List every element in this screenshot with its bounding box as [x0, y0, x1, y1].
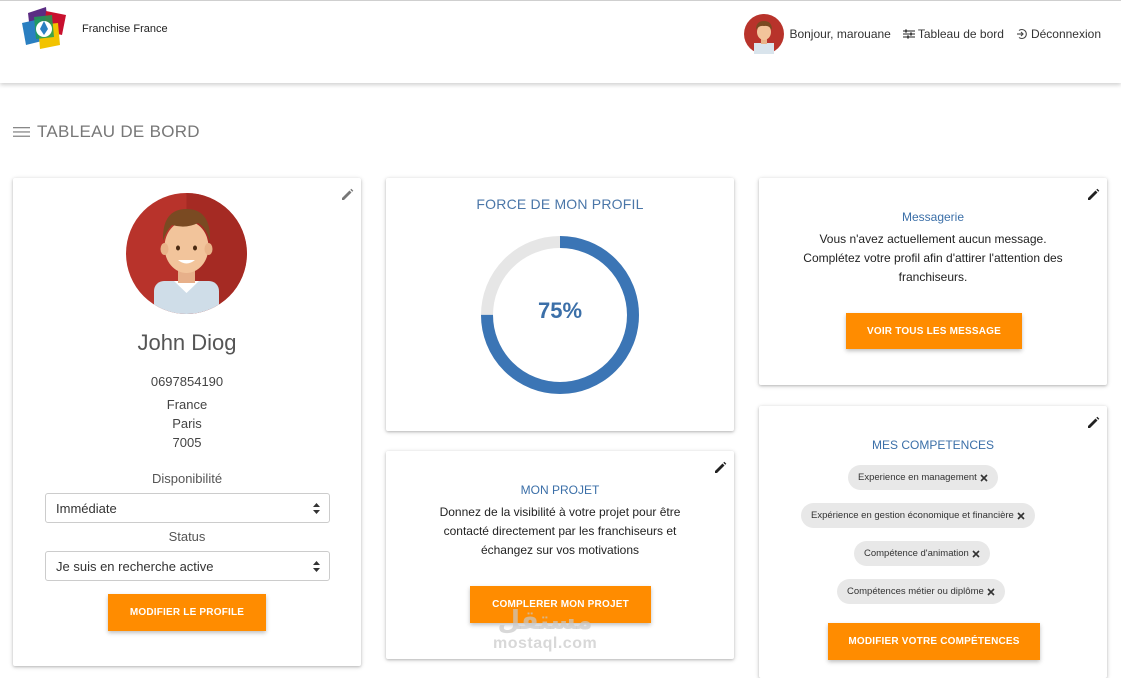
profile-postal-code: 7005 [172, 435, 202, 450]
status-select[interactable]: Je suis en recherche active [45, 551, 330, 581]
view-all-messages-button[interactable]: VOIR TOUS LES MESSAGE [846, 313, 1022, 349]
profile-phone: 0697854190 [150, 374, 224, 389]
profile-city: Paris [172, 416, 202, 431]
brand-name: Franchise France [82, 23, 168, 35]
dashboard-link-label: Tableau de bord [917, 27, 1004, 41]
watermark: مستقل mostaql.com [493, 605, 597, 653]
skill-chip-label: Compétences métier ou diplôme [847, 586, 984, 597]
greeting: Bonjour, marouane [789, 27, 890, 41]
profile-card: John Diog 0697854190 France Paris 7005 D… [13, 178, 361, 666]
modify-profile-button[interactable]: MODIFIER LE PROFILE [108, 594, 266, 631]
profile-avatar [126, 193, 247, 314]
project-description: Donnez de la visibilité à votre projet p… [386, 503, 734, 560]
status-select-value: Je suis en recherche active [56, 558, 214, 574]
project-text-line: contacté directement par les franchiseur… [443, 524, 677, 538]
greeting-text: Bonjour, marouane [789, 27, 891, 41]
project-text-line: Donnez de la visibilité à votre projet p… [439, 505, 681, 519]
profile-name: John Diog [137, 330, 237, 355]
status-label: Status [168, 529, 206, 544]
page-title: TABLEAU DE BORD [13, 122, 200, 142]
project-title: MON PROJET [520, 483, 600, 497]
skill-chip[interactable]: Compétence d'animation [854, 541, 990, 566]
sliders-icon [902, 29, 915, 39]
profile-strength-card: FORCE DE MON PROFIL 75% [386, 178, 734, 431]
remove-icon[interactable] [1017, 511, 1025, 520]
page-title-text: TABLEAU DE BORD [37, 122, 200, 141]
menu-icon[interactable] [13, 127, 30, 137]
profile-country: France [166, 397, 208, 412]
remove-icon[interactable] [980, 473, 988, 482]
skill-chip[interactable]: Compétences métier ou diplôme [837, 579, 1005, 604]
logout-link-label: Déconnexion [1030, 27, 1101, 41]
messages-description: Vous n'avez actuellement aucun message. … [759, 230, 1107, 287]
logout-icon [1016, 28, 1027, 40]
project-text-line: échangez sur vos motivations [480, 543, 640, 557]
dashboard-link[interactable]: Tableau de bord [902, 27, 1004, 41]
logout-link[interactable]: Déconnexion [1016, 27, 1101, 41]
watermark-arabic: مستقل [497, 605, 593, 635]
messages-text-line: Complétez votre profil afin d'attirer l'… [803, 251, 1063, 265]
skill-chip-label: Expérience en gestion économique et fina… [811, 510, 1014, 521]
profile-strength-title: FORCE DE MON PROFIL [476, 196, 644, 212]
edit-pencil-icon[interactable] [340, 188, 354, 202]
skill-chip[interactable]: Expérience en gestion économique et fina… [801, 503, 1035, 528]
skill-chip-label: Experience en management [858, 472, 977, 483]
select-arrows-icon [313, 503, 320, 514]
modify-skills-button[interactable]: MODIFIER VOTRE COMPÉTENCES [828, 623, 1040, 660]
skill-chip-label: Compétence d'animation [864, 548, 969, 559]
skills-title: MES COMPETENCES [871, 438, 994, 452]
edit-pencil-icon[interactable] [1086, 188, 1100, 202]
availability-select-value: Immédiate [56, 500, 117, 516]
user-nav: Bonjour, marouane Tableau de bord Déconn… [744, 13, 1101, 55]
messages-title: Messagerie [901, 210, 965, 224]
user-avatar[interactable] [744, 14, 785, 54]
remove-icon[interactable] [987, 587, 995, 596]
watermark-latin: mostaql.com [493, 635, 598, 652]
brand-logo-icon [22, 7, 66, 49]
brand[interactable]: Franchise France [18, 7, 168, 51]
select-arrows-icon [313, 561, 320, 572]
profile-strength-value: 75% [537, 298, 583, 323]
availability-label: Disponibilité [151, 471, 223, 486]
messages-card: Messagerie Vous n'avez actuellement aucu… [759, 178, 1107, 385]
skill-chip[interactable]: Experience en management [848, 465, 998, 490]
edit-pencil-icon[interactable] [1086, 416, 1100, 430]
availability-select[interactable]: Immédiate [45, 493, 330, 523]
edit-pencil-icon[interactable] [713, 461, 727, 475]
top-navbar: Franchise France Bonjour, marouane Table… [0, 0, 1121, 83]
remove-icon[interactable] [972, 549, 980, 558]
messages-text-line: franchiseurs. [898, 270, 968, 284]
messages-text-line: Vous n'avez actuellement aucun message. [819, 232, 1047, 246]
skills-card: MES COMPETENCES Experience en management… [759, 406, 1107, 678]
